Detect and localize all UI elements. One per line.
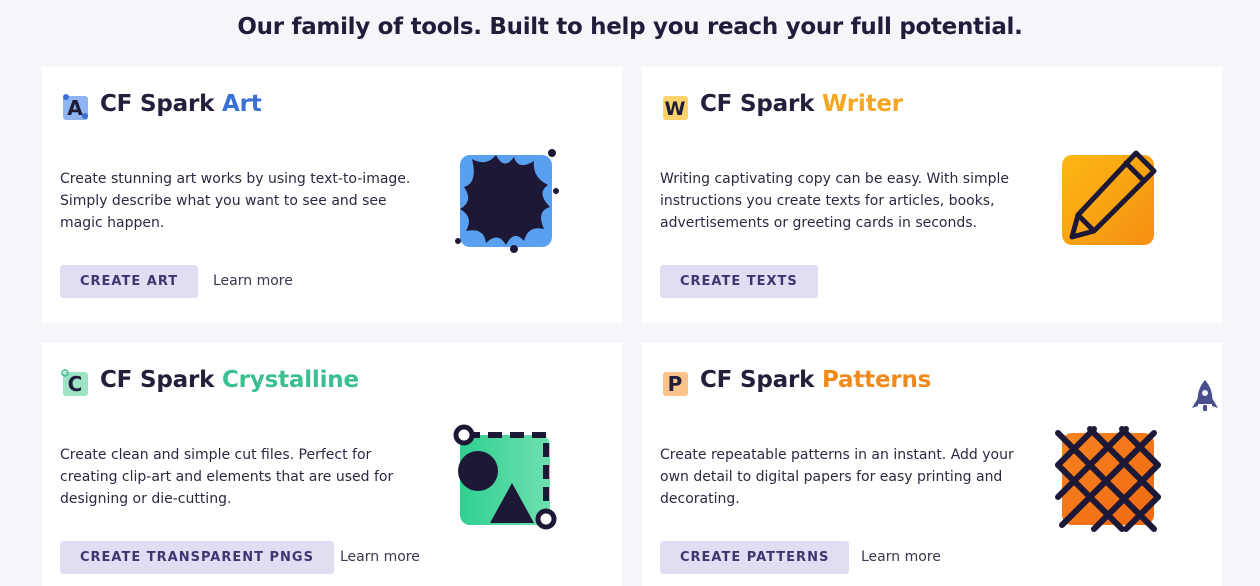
create-patterns-button[interactable]: CREATE PATTERNS: [660, 541, 850, 574]
paint-splash-icon: [455, 149, 559, 253]
card-description: Writing captivating copy can be easy. Wi…: [660, 171, 1010, 231]
title-prefix: CF Spark: [700, 91, 822, 117]
title-accent: Patterns: [822, 367, 932, 393]
title-prefix: CF Spark: [700, 367, 822, 393]
spark-patterns-logo-letter: P: [668, 372, 683, 396]
card-description: Create repeatable patterns in an instant…: [660, 447, 1014, 507]
title-accent: Crystalline: [222, 367, 359, 393]
card-description: Create stunning art works by using text-…: [60, 171, 411, 231]
card-spark-writer: W CF Spark Writer Writing captivating co…: [642, 67, 1222, 323]
spark-writer-logo-letter: W: [665, 98, 686, 120]
title-accent: Writer: [822, 91, 903, 117]
title-accent: Art: [222, 91, 262, 117]
spark-art-logo-letter: A: [67, 96, 83, 120]
learn-more-link[interactable]: Learn more: [861, 549, 941, 565]
rocket-icon[interactable]: [1190, 378, 1220, 414]
page-headline: Our family of tools. Built to help you r…: [237, 14, 1023, 40]
learn-more-link[interactable]: Learn more: [213, 273, 293, 289]
pattern-grid-icon: [1055, 426, 1161, 532]
spark-art-logo-icon: A: [63, 94, 88, 120]
create-transparent-pngs-button[interactable]: CREATE TRANSPARENT PNGS: [60, 541, 334, 574]
cut-shapes-icon: [453, 424, 557, 530]
spark-crystalline-logo-icon: C: [61, 369, 88, 396]
learn-more-link[interactable]: Learn more: [340, 549, 420, 565]
pencil-icon: [1062, 150, 1157, 245]
card-spark-patterns: P CF Spark Patterns Create repeatable pa…: [642, 343, 1222, 586]
spark-crystalline-logo-letter: C: [68, 372, 83, 396]
create-art-button[interactable]: CREATE ART: [60, 265, 199, 298]
card-description: Create clean and simple cut files. Perfe…: [60, 447, 394, 507]
card-title: CF Spark Crystalline: [100, 367, 359, 393]
title-prefix: CF Spark: [100, 91, 222, 117]
card-title: CF Spark Art: [100, 91, 262, 117]
create-texts-button[interactable]: CREATE TEXTS: [660, 265, 818, 298]
title-prefix: CF Spark: [100, 367, 222, 393]
card-title: CF Spark Writer: [700, 91, 903, 117]
card-spark-art: A CF Spark Art Create stunning art works…: [42, 67, 622, 323]
card-title: CF Spark Patterns: [700, 367, 931, 393]
spark-patterns-logo-icon: P: [663, 372, 688, 396]
card-spark-crystalline: C CF Spark Crystalline Create clean and …: [42, 343, 622, 586]
spark-writer-logo-icon: W: [663, 96, 688, 120]
